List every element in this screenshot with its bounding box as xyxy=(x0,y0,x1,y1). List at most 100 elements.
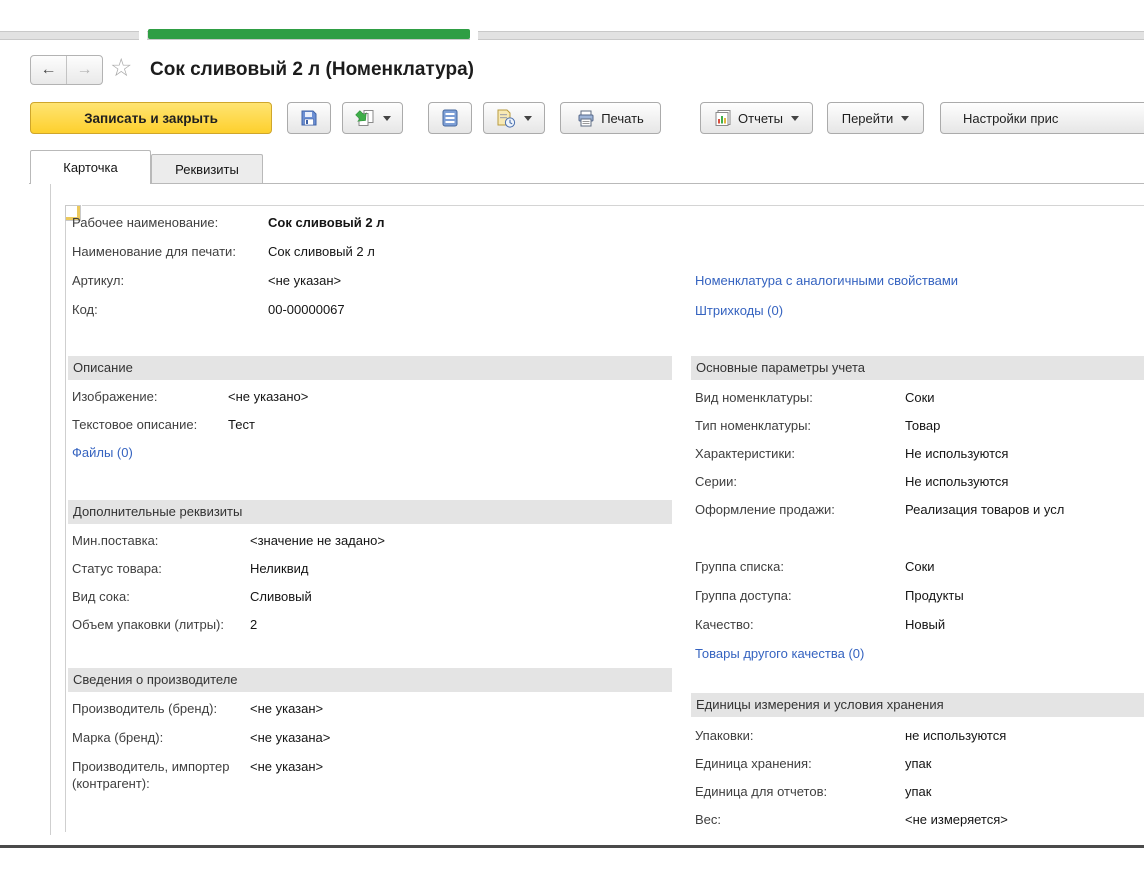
field-value: Товар xyxy=(905,417,940,434)
field-row: Единица для отчетов: упак xyxy=(695,783,1008,811)
field-label: Мин.поставка: xyxy=(72,532,250,549)
field-row: Изображение: <не указано> xyxy=(72,384,308,416)
field-value: упак xyxy=(905,783,931,800)
field-value: <не указана> xyxy=(250,729,330,746)
forward-icon: → xyxy=(77,61,93,79)
other-quality-goods-link[interactable]: Товары другого качества (0) xyxy=(695,645,864,662)
registers-list-button[interactable] xyxy=(428,102,472,134)
field-row: Упаковки: не используются xyxy=(695,719,1008,755)
field-label: Производитель (бренд): xyxy=(72,700,250,717)
section-header-accounting: Основные параметры учета xyxy=(691,356,1144,380)
field-value: Сливовый xyxy=(250,588,312,605)
files-link[interactable]: Файлы (0) xyxy=(72,444,133,461)
save-icon xyxy=(300,109,318,127)
groups-block: Группа списка: Соки Группа доступа: Прод… xyxy=(695,552,964,674)
field-value: Продукты xyxy=(905,587,964,604)
field-value: 2 xyxy=(250,616,257,633)
units-block: Упаковки: не используются Единица хранен… xyxy=(695,719,1008,839)
field-label: Оформление продажи: xyxy=(695,501,905,518)
field-value: Сок сливовый 2 л xyxy=(268,214,385,231)
field-row: Текстовое описание: Тест xyxy=(72,416,308,444)
field-row: Группа доступа: Продукты xyxy=(695,587,964,616)
tabs-bottom-border xyxy=(29,183,1144,184)
active-window-tab-indicator[interactable] xyxy=(148,29,470,39)
similar-properties-link[interactable]: Номенклатура с аналогичными свойствами xyxy=(695,272,958,289)
page-title: Сок сливовый 2 л (Номенклатура) xyxy=(150,55,474,85)
field-value: Неликвид xyxy=(250,560,308,577)
field-row: Артикул: <не указан> xyxy=(72,272,385,301)
form-group-top-border xyxy=(82,205,1144,206)
field-row: Группа списка: Соки xyxy=(695,552,964,587)
field-value: Сок сливовый 2 л xyxy=(268,243,375,260)
save-button[interactable] xyxy=(287,102,331,134)
back-icon: ← xyxy=(41,61,57,79)
field-label: Наименование для печати: xyxy=(72,243,268,260)
goto-button[interactable]: Перейти xyxy=(827,102,924,134)
field-value: Не используются xyxy=(905,473,1008,490)
field-row: Мин.поставка: <значение не задано> xyxy=(72,526,385,560)
save-and-close-button[interactable]: Записать и закрыть xyxy=(30,102,272,134)
tab-card-label: Карточка xyxy=(63,160,117,175)
create-based-on-button[interactable] xyxy=(342,102,403,134)
field-value: <не указан> xyxy=(250,758,323,775)
field-value: Соки xyxy=(905,389,935,406)
field-label: Код: xyxy=(72,301,268,318)
accounting-block: Вид номенклатуры: Соки Тип номенклатуры:… xyxy=(695,384,1064,529)
field-value: 00-00000067 xyxy=(268,301,345,318)
field-label: Вес: xyxy=(695,811,905,828)
panel-left-border xyxy=(50,184,51,835)
dropdown-caret-icon xyxy=(901,116,909,121)
field-label: Марка (бренд): xyxy=(72,729,250,746)
form-group-left-border xyxy=(65,221,66,832)
field-value: Тест xyxy=(228,416,255,433)
field-label: Качество: xyxy=(695,616,905,633)
field-value: не используются xyxy=(905,727,1006,744)
print-button[interactable]: Печать xyxy=(560,102,661,134)
print-label: Печать xyxy=(601,111,644,126)
tab-card[interactable]: Карточка xyxy=(30,150,151,184)
change-history-button[interactable] xyxy=(483,102,545,134)
field-value: Не используются xyxy=(905,445,1008,462)
field-value: <не указан> xyxy=(268,272,341,289)
field-value: Соки xyxy=(905,558,935,575)
field-label: Тип номенклатуры: xyxy=(695,417,905,434)
field-label: Статус товара: xyxy=(72,560,250,577)
field-value: <не измеряется> xyxy=(905,811,1008,828)
tab-details-label: Реквизиты xyxy=(175,162,239,177)
forward-button[interactable]: → xyxy=(67,56,102,84)
history-nav-group: ← → xyxy=(30,55,103,85)
report-chart-icon xyxy=(714,109,732,127)
tab-details[interactable]: Реквизиты xyxy=(151,154,263,183)
field-label: Упаковки: xyxy=(695,727,905,744)
field-label: Группа доступа: xyxy=(695,587,905,604)
goto-label: Перейти xyxy=(842,111,894,126)
settings-button[interactable]: Настройки прис xyxy=(940,102,1144,134)
field-row: Производитель, импортер (контрагент): <н… xyxy=(72,758,330,792)
field-label: Единица для отчетов: xyxy=(695,783,905,800)
field-row: Марка (бренд): <не указана> xyxy=(72,729,330,758)
field-row: Оформление продажи: Реализация товаров и… xyxy=(695,501,1064,529)
field-row: Наименование для печати: Сок сливовый 2 … xyxy=(72,243,385,272)
field-label: Единица хранения: xyxy=(695,755,905,772)
field-row: Вид номенклатуры: Соки xyxy=(695,384,1064,417)
dropdown-caret-icon xyxy=(791,116,799,121)
window-tab-separator xyxy=(139,29,147,41)
section-header-additional: Дополнительные реквизиты xyxy=(68,500,672,524)
field-row: Единица хранения: упак xyxy=(695,755,1008,783)
field-row: Вес: <не измеряется> xyxy=(695,811,1008,839)
barcodes-link[interactable]: Штрихкоды (0) xyxy=(695,302,783,319)
additional-block: Мин.поставка: <значение не задано> Стату… xyxy=(72,526,385,644)
list-icon xyxy=(442,109,458,127)
nomenclature-card-window: { "icons": { "back": "←", "forward": "→"… xyxy=(0,0,1144,870)
top-links-block: Номенклатура с аналогичными свойствами Ш… xyxy=(695,268,958,332)
field-row: Характеристики: Не используются xyxy=(695,445,1064,473)
reports-button[interactable]: Отчеты xyxy=(700,102,813,134)
back-button[interactable]: ← xyxy=(31,56,67,84)
manufacturer-block: Производитель (бренд): <не указан> Марка… xyxy=(72,694,330,792)
field-row: Вид сока: Сливовый xyxy=(72,588,385,616)
section-header-manufacturer: Сведения о производителе xyxy=(68,668,672,692)
field-row: Статус товара: Неликвид xyxy=(72,560,385,588)
settings-label: Настройки прис xyxy=(963,111,1058,126)
favorite-star-icon[interactable]: ☆ xyxy=(110,53,132,83)
field-value: Новый xyxy=(905,616,945,633)
